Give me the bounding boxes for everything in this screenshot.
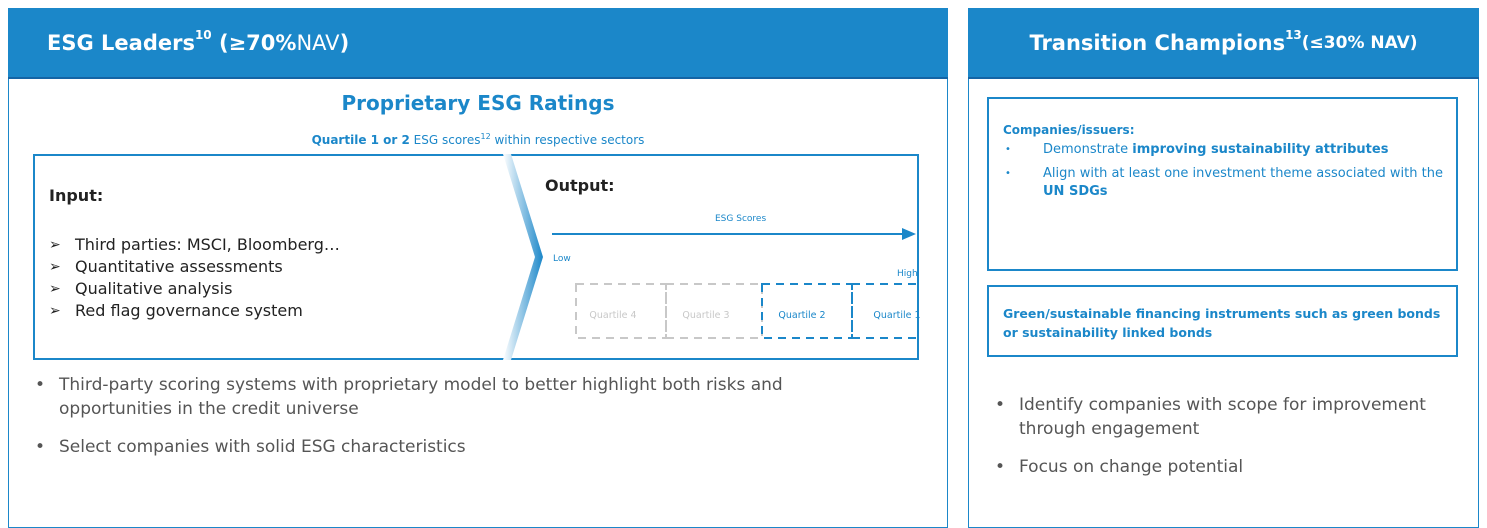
input-item-text: Qualitative analysis bbox=[75, 279, 233, 298]
bullet-dot-icon: • bbox=[995, 457, 1006, 477]
ratings-subtitle: Quartile 1 or 2 ESG scores12 within resp… bbox=[9, 132, 947, 147]
companies-issuers-title: Companies/issuers: bbox=[1003, 123, 1135, 137]
ratings-subtitle-bold: Quartile 1 or 2 bbox=[311, 133, 410, 147]
list-item: • Select companies with solid ESG charact… bbox=[33, 435, 893, 459]
header-open-paren: ( bbox=[218, 31, 229, 55]
transition-champions-panel: Transition Champions 13 (≤30% NAV) Compan… bbox=[968, 8, 1479, 528]
arrow-bullet-icon: ➢ bbox=[49, 259, 61, 275]
arrow-bullet-icon: ➢ bbox=[49, 303, 61, 319]
list-item: • Identify companies with scope for impro… bbox=[993, 393, 1463, 441]
header-underline bbox=[8, 77, 948, 79]
esg-leaders-footnote: 10 bbox=[194, 28, 212, 42]
bullet-dot-icon: • bbox=[1005, 144, 1011, 155]
green-financing-text: Green/sustainable financing instruments … bbox=[1003, 306, 1441, 340]
esg-leaders-nav: NAV bbox=[296, 31, 340, 55]
bullet-dot-icon: • bbox=[35, 375, 46, 395]
transition-champions-pct: (≤30% NAV) bbox=[1301, 33, 1418, 53]
input-item: ➢ Third parties: MSCI, Bloomberg… bbox=[49, 234, 340, 256]
output-title: Output: bbox=[545, 176, 615, 195]
arrow-bullet-icon: ➢ bbox=[49, 237, 61, 253]
ratings-subtitle-text2: within respective sectors bbox=[490, 133, 645, 147]
list-item-emphasis: improving sustainability attributes bbox=[1132, 142, 1389, 157]
bullet-dot-icon: • bbox=[1005, 168, 1011, 179]
esg-leaders-panel: ESG Leaders 10 (≥70% NAV) Proprietary ESG… bbox=[8, 8, 948, 528]
list-item: • Demonstrate improving sustainability at… bbox=[1003, 141, 1443, 159]
companies-issuers-box: Companies/issuers: • Demonstrate improvin… bbox=[987, 97, 1458, 271]
ratings-subtitle-text1: ESG scores bbox=[409, 133, 481, 147]
transition-champions-footnote: 13 bbox=[1285, 28, 1302, 42]
quartile-2-label: Quartile 2 bbox=[778, 310, 826, 321]
ratings-subtitle-footnote: 12 bbox=[480, 132, 491, 141]
input-item-text: Red flag governance system bbox=[75, 301, 303, 320]
quartile-4-label: Quartile 4 bbox=[589, 310, 637, 321]
chevron-right-icon bbox=[503, 154, 543, 360]
input-item-text: Third parties: MSCI, Bloomberg… bbox=[75, 235, 340, 254]
scale-axis-label: ESG Scores bbox=[715, 214, 767, 224]
esg-leaders-name: ESG Leaders bbox=[47, 31, 195, 55]
transition-champions-name: Transition Champions bbox=[1029, 31, 1286, 55]
scale-high-label: High bbox=[897, 269, 918, 279]
list-item-text: Select companies with solid ESG characte… bbox=[59, 437, 466, 457]
list-item-text: Demonstrate bbox=[1043, 142, 1133, 157]
list-item: • Align with at least one investment them… bbox=[1003, 165, 1443, 201]
green-financing-box: Green/sustainable financing instruments … bbox=[987, 285, 1458, 357]
header-underline bbox=[968, 77, 1479, 79]
list-item: • Focus on change potential bbox=[993, 455, 1463, 479]
input-item: ➢ Qualitative analysis bbox=[49, 278, 340, 300]
transition-champions-bullets: • Identify companies with scope for impro… bbox=[993, 393, 1463, 493]
arrow-right-icon bbox=[902, 228, 916, 240]
list-item-emphasis: UN SDGs bbox=[1043, 184, 1108, 199]
input-item: ➢ Quantitative assessments bbox=[49, 256, 340, 278]
esg-leaders-bullets: • Third-party scoring systems with propri… bbox=[33, 373, 893, 473]
transition-champions-header: Transition Champions 13 (≤30% NAV) bbox=[969, 9, 1478, 77]
bullet-dot-icon: • bbox=[35, 437, 46, 457]
input-item-text: Quantitative assessments bbox=[75, 257, 283, 276]
list-item-text: Align with at least one investment theme… bbox=[1043, 166, 1443, 181]
input-title: Input: bbox=[49, 186, 104, 205]
input-output-box: Input: ➢ Third parties: MSCI, Bloomberg… … bbox=[33, 154, 921, 360]
list-item-text: Focus on change potential bbox=[1019, 457, 1244, 477]
list-item-text: Third-party scoring systems with proprie… bbox=[59, 375, 783, 419]
ratings-title: Proprietary ESG Ratings bbox=[341, 91, 615, 115]
arrow-bullet-icon: ➢ bbox=[49, 281, 61, 297]
scale-low-label: Low bbox=[553, 254, 571, 264]
input-item: ➢ Red flag governance system bbox=[49, 300, 340, 322]
list-item-text: Identify companies with scope for improv… bbox=[1019, 395, 1426, 439]
esg-score-scale bbox=[552, 228, 920, 339]
header-close-paren: ) bbox=[339, 31, 350, 55]
quartile-1-label: Quartile 1 bbox=[873, 310, 921, 321]
quartile-3-label: Quartile 3 bbox=[682, 310, 730, 321]
esg-leaders-header: ESG Leaders 10 (≥70% NAV) bbox=[9, 9, 947, 77]
bullet-dot-icon: • bbox=[995, 395, 1006, 415]
list-item: • Third-party scoring systems with propri… bbox=[33, 373, 893, 421]
input-list: ➢ Third parties: MSCI, Bloomberg… ➢ Quanti… bbox=[49, 234, 340, 322]
companies-issuers-list: • Demonstrate improving sustainability at… bbox=[1003, 141, 1443, 207]
esg-leaders-pct: ≥70% bbox=[228, 31, 297, 55]
